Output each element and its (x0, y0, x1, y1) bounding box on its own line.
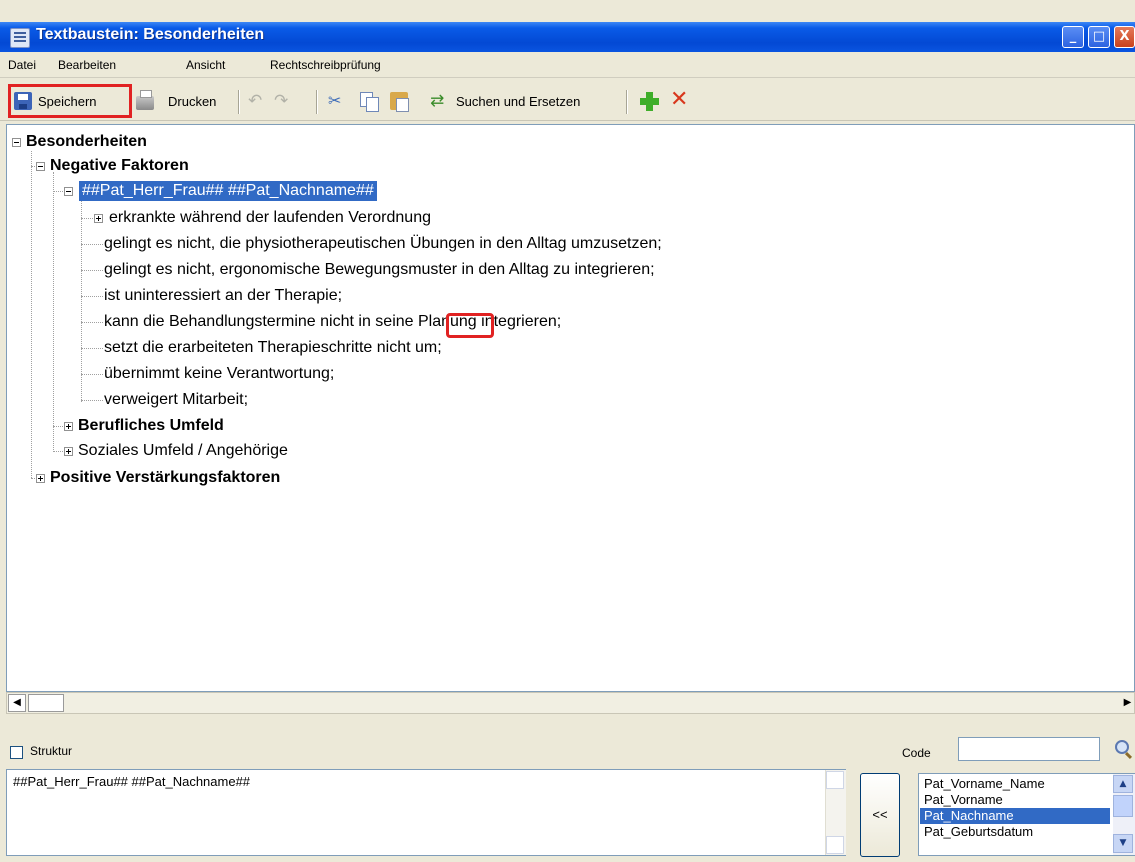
close-button[interactable]: X (1114, 26, 1135, 48)
code-input[interactable] (958, 737, 1100, 761)
tree-line (81, 198, 82, 402)
tree-item[interactable]: setzt die erarbeiteten Therapieschritte … (104, 338, 442, 358)
tree-item[interactable]: verweigert Mitarbeit; (104, 390, 248, 410)
tree-line (31, 151, 32, 478)
word-highlight-box (446, 313, 494, 338)
redo-icon[interactable]: ↷ (274, 92, 292, 110)
tree-line (81, 374, 103, 375)
paste-icon[interactable] (390, 92, 409, 112)
tree-node-berufliches[interactable]: Berufliches Umfeld (78, 416, 224, 436)
toolbar-separator (316, 90, 318, 114)
search-icon[interactable] (1110, 737, 1135, 761)
tree-item[interactable]: gelingt es nicht, ergonomische Bewegungs… (104, 260, 655, 280)
code-list-item[interactable]: Pat_Vorname_Name (920, 776, 1110, 792)
tree-line (81, 244, 103, 245)
menu-bar (0, 52, 1135, 78)
expand-toggle-erkrankte[interactable] (94, 214, 103, 223)
delete-icon[interactable]: ✕ (670, 89, 688, 111)
menu-ansicht[interactable]: Ansicht (186, 58, 225, 72)
scroll-left-arrow-icon[interactable]: ◀ (8, 694, 26, 712)
tree-node-selected[interactable]: ##Pat_Herr_Frau## ##Pat_Nachname## (79, 181, 377, 201)
code-list-item-selected[interactable]: Pat_Nachname (920, 808, 1110, 824)
tree-node-soziales[interactable]: Soziales Umfeld / Angehörige (78, 441, 288, 461)
tree-item[interactable]: gelingt es nicht, die physiotherapeutisc… (104, 234, 662, 254)
tree-line (81, 400, 103, 401)
scroll-up-arrow-icon[interactable] (826, 771, 844, 789)
tree-line (81, 296, 103, 297)
tree-item[interactable]: erkrankte während der laufenden Verordnu… (109, 208, 431, 228)
print-icon[interactable] (136, 90, 154, 110)
tree-node-besonderheiten[interactable]: Besonderheiten (26, 132, 147, 152)
print-button[interactable]: Drucken (168, 94, 216, 109)
collapse-toggle-negative[interactable] (36, 162, 45, 171)
menu-datei[interactable]: Datei (8, 58, 36, 72)
expand-toggle-soziales[interactable] (64, 447, 73, 456)
tree-node-negative[interactable]: Negative Faktoren (50, 156, 189, 176)
expand-toggle-berufliches[interactable] (64, 422, 73, 431)
tree-line (53, 172, 54, 450)
toolbar-separator (238, 90, 240, 114)
window-title: Textbaustein: Besonderheiten (36, 26, 265, 43)
undo-icon[interactable]: ↶ (248, 92, 266, 110)
replace-icon[interactable]: ⇄ (430, 92, 448, 110)
scroll-thumb[interactable] (1113, 795, 1133, 817)
menu-rechtschreibpruefung[interactable]: Rechtschreibprüfung (270, 58, 381, 72)
tree-line (81, 218, 93, 219)
code-label: Code (902, 746, 931, 760)
scroll-thumb[interactable] (28, 694, 64, 712)
minimize-button[interactable]: _ (1062, 26, 1084, 48)
collapse-toggle-selected[interactable] (64, 187, 73, 196)
scroll-up-arrow-icon[interactable]: ▲ (1113, 775, 1133, 793)
menu-bearbeiten[interactable]: Bearbeiten (58, 58, 116, 72)
tree-node-positive[interactable]: Positive Verstärkungsfaktoren (50, 468, 280, 488)
tree-line (81, 322, 103, 323)
expand-toggle-positive[interactable] (36, 474, 45, 483)
tree-item[interactable]: übernimmt keine Verantwortung; (104, 364, 334, 384)
save-highlight-box (8, 84, 132, 118)
struktur-label: Struktur (30, 744, 73, 758)
tree-line (81, 348, 103, 349)
app-icon[interactable] (10, 28, 30, 48)
scroll-down-arrow-icon[interactable] (826, 836, 844, 854)
code-list-item[interactable]: Pat_Geburtsdatum (920, 824, 1110, 840)
toolbar-separator (626, 90, 628, 114)
code-list-item[interactable]: Pat_Vorname (920, 792, 1110, 808)
maximize-button[interactable]: □ (1088, 26, 1110, 48)
tree-line (81, 270, 103, 271)
copy-icon[interactable] (360, 92, 379, 112)
cut-icon[interactable]: ✂ (328, 92, 346, 110)
tree-item[interactable]: ist uninteressiert an der Therapie; (104, 286, 342, 306)
scroll-down-arrow-icon[interactable]: ▼ (1113, 834, 1133, 853)
search-replace-button[interactable]: Suchen und Ersetzen (456, 94, 580, 109)
horizontal-scrollbar[interactable] (6, 692, 1135, 714)
add-icon[interactable] (640, 92, 659, 111)
collapse-toggle-besonderheiten[interactable] (12, 138, 21, 147)
insert-code-button[interactable]: << (860, 773, 900, 857)
scroll-right-arrow-icon[interactable]: ▶ (1120, 694, 1135, 712)
struktur-checkbox[interactable] (10, 746, 23, 759)
text-editor[interactable]: ##Pat_Herr_Frau## ##Pat_Nachname## (6, 769, 846, 856)
